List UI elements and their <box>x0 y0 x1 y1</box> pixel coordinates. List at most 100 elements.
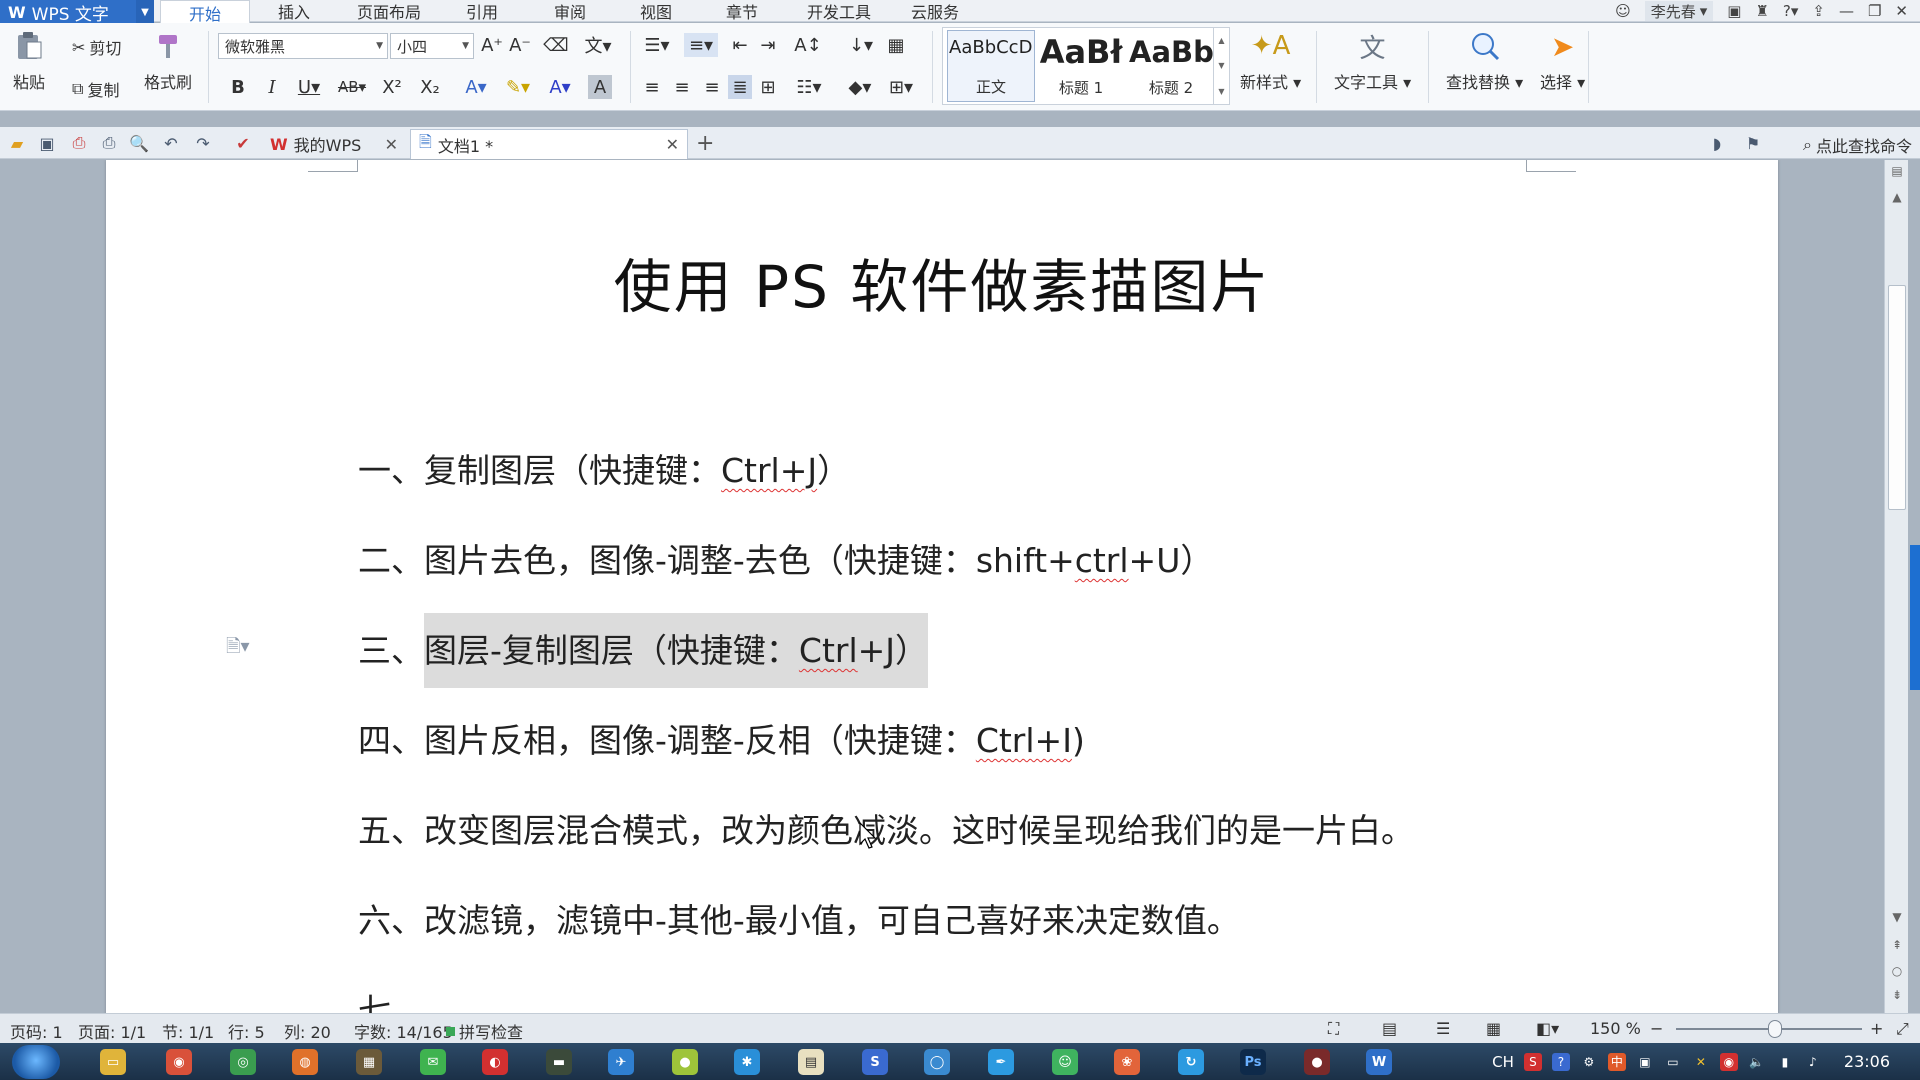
save-icon[interactable]: ▣ <box>36 133 58 153</box>
share-icon[interactable]: ⇪ <box>1812 2 1825 20</box>
style-normal[interactable]: AaBbCcDd 正文 <box>947 30 1035 102</box>
split-icon[interactable]: ▤ <box>1885 164 1909 178</box>
browser-icon[interactable]: ◯ <box>924 1049 950 1075</box>
chat-icon[interactable]: ☺ <box>1052 1049 1078 1075</box>
gallery-scroll[interactable]: ▲ ▼ ▼ <box>1213 28 1229 104</box>
tab-review[interactable]: 审阅 <box>538 0 602 22</box>
scroll-down-icon[interactable]: ▼ <box>1885 910 1909 924</box>
tab-view[interactable]: 视图 <box>624 0 688 22</box>
paragraph-options-icon[interactable]: 🗎▾ <box>226 634 250 664</box>
shading-icon[interactable]: ◆▾ <box>842 75 878 99</box>
fullscreen-icon[interactable]: ⛶ <box>1328 1019 1339 1039</box>
media-icon[interactable]: ▬ <box>546 1049 572 1075</box>
restore-icon[interactable]: ❐ <box>1868 2 1881 20</box>
help-icon[interactable]: ? <box>1551 1052 1570 1071</box>
undo-icon[interactable]: ↶ <box>160 133 182 153</box>
shrink-font-icon[interactable]: A⁻ <box>508 33 532 57</box>
ime-mode[interactable]: 中 <box>1607 1052 1626 1071</box>
scrollbar-thumb[interactable] <box>1888 285 1906 510</box>
close-icon[interactable]: ✕ <box>1895 2 1908 20</box>
skin-icon[interactable]: ▣ <box>1727 2 1741 20</box>
red-app-icon[interactable]: ◐ <box>482 1049 508 1075</box>
font-color-icon[interactable]: A▾ <box>542 75 578 99</box>
archive-icon[interactable]: ▦ <box>356 1049 382 1075</box>
document-page[interactable]: 使用 PS 软件做素描图片 一、复制图层（快捷键：Ctrl+J） 二、图片去色，… <box>106 160 1778 1013</box>
new-style-button[interactable]: ✦A 新样式 ▾ <box>1240 29 1301 93</box>
security-icon[interactable]: ◉ <box>1719 1052 1738 1071</box>
print-icon[interactable]: ⎙ <box>98 133 120 153</box>
paste-button[interactable]: 粘贴 <box>12 29 46 93</box>
customize-icon[interactable]: ✔ <box>232 133 254 153</box>
feather-icon[interactable]: ✒ <box>988 1049 1014 1075</box>
chevron-down-icon[interactable]: ▼ <box>1218 61 1224 70</box>
settings-icon[interactable]: ⚙ <box>1580 1053 1598 1071</box>
prev-page-icon[interactable]: ⇞ <box>1885 938 1909 952</box>
zoom-out-icon[interactable]: − <box>1650 1019 1663 1038</box>
font-name-select[interactable]: 微软雅黑 ▼ <box>218 33 388 59</box>
browse-object-icon[interactable]: ○ <box>1885 964 1909 978</box>
expand-icon[interactable]: ▼ <box>1218 87 1224 96</box>
underline-icon[interactable]: U▾ <box>292 75 326 99</box>
distribute-icon[interactable]: ⊞ <box>756 75 780 99</box>
tools-icon[interactable]: ✕ <box>1692 1053 1710 1071</box>
firefox-icon[interactable]: ◍ <box>292 1049 318 1075</box>
clear-format-icon[interactable]: ⌫ <box>543 33 568 57</box>
tab-cloud[interactable]: 云服务 <box>900 0 970 22</box>
style-heading-1[interactable]: AaBł 标题 1 <box>1037 30 1125 102</box>
zoom-in-icon[interactable]: + <box>1870 1019 1883 1038</box>
side-panel-toggle[interactable] <box>1910 545 1920 690</box>
print-preview-icon[interactable]: 🔍 <box>128 133 150 153</box>
style-heading-2[interactable]: AaBb( 标题 2 <box>1127 30 1215 102</box>
user-menu[interactable]: 李先春 ▾ <box>1644 1 1714 21</box>
chevron-down-icon[interactable]: ▼ <box>136 0 154 24</box>
collapse-ribbon-icon[interactable]: ◗ <box>1706 133 1728 153</box>
char-shading-icon[interactable]: A <box>588 75 612 99</box>
green-app-icon[interactable]: ● <box>672 1049 698 1075</box>
close-icon[interactable]: ✕ <box>385 135 398 154</box>
text-effect-icon[interactable]: A▾ <box>458 75 494 99</box>
help-icon[interactable]: ?▾ <box>1783 2 1799 20</box>
web-view-icon[interactable]: ▦ <box>1486 1019 1501 1038</box>
subscript-icon[interactable]: X₂ <box>418 75 442 99</box>
star-app-icon[interactable]: ✱ <box>734 1049 760 1075</box>
tab-developer[interactable]: 开发工具 <box>794 0 884 22</box>
minimize-icon[interactable]: — <box>1839 2 1854 20</box>
shirt-icon[interactable]: ♜ <box>1755 2 1768 20</box>
sync-icon[interactable]: ↻ <box>1178 1049 1204 1075</box>
align-left-icon[interactable]: ≡ <box>640 75 664 99</box>
vertical-scrollbar[interactable]: ▤ ▲ ▼ ⇞ ○ ⇟ <box>1884 160 1908 1013</box>
scroll-up-icon[interactable]: ▲ <box>1885 190 1909 204</box>
text-selection[interactable]: 图层-复制图层（快捷键：Ctrl+J） <box>424 613 929 688</box>
tab-my-wps[interactable]: W 我的WPS ✕ <box>262 129 406 159</box>
status-word-count[interactable]: 字数: 14/165 <box>354 1019 453 1043</box>
avatar[interactable]: ☺ <box>1615 2 1631 20</box>
next-page-icon[interactable]: ⇟ <box>1885 988 1909 1002</box>
outline-view-icon[interactable]: ☰ <box>1436 1019 1450 1038</box>
wps-writer-icon[interactable]: W <box>1366 1049 1392 1075</box>
close-icon[interactable]: ✕ <box>666 135 679 154</box>
superscript-icon[interactable]: X² <box>380 75 404 99</box>
select-button[interactable]: ➤ 选择 ▾ <box>1540 29 1585 93</box>
align-right-icon[interactable]: ≡ <box>700 75 724 99</box>
tab-page-layout[interactable]: 页面布局 <box>346 0 432 22</box>
open-folder-icon[interactable]: ▰ <box>6 133 28 153</box>
app-menu-button[interactable]: W WPS 文字 ▼ <box>0 0 154 25</box>
line-spacing-icon[interactable]: ☷▾ <box>792 75 826 99</box>
text-direction-icon[interactable]: A↕ <box>790 33 826 57</box>
highlight-icon[interactable]: ✎▾ <box>500 75 536 99</box>
borders-icon[interactable]: ⊞▾ <box>884 75 918 99</box>
numbered-list-icon[interactable]: ≡▾ <box>684 33 718 57</box>
phonetic-icon[interactable]: 文▾ <box>580 33 616 57</box>
volume-icon[interactable]: 🔈 <box>1748 1053 1766 1071</box>
grow-font-icon[interactable]: A⁺ <box>480 33 504 57</box>
align-center-icon[interactable]: ≡ <box>670 75 694 99</box>
format-painter-button[interactable]: 格式刷 <box>144 29 192 93</box>
chevron-up-icon[interactable]: ▲ <box>1218 36 1224 45</box>
fit-icon[interactable]: ⤢ <box>1896 1019 1909 1039</box>
tab-insert[interactable]: 插入 <box>262 0 326 22</box>
zoom-slider-knob[interactable] <box>1768 1020 1782 1038</box>
sogou-icon[interactable]: S <box>1523 1052 1542 1071</box>
display-icon[interactable]: ▭ <box>1664 1053 1682 1071</box>
eye-protect-icon[interactable]: ◧▾ <box>1536 1019 1559 1038</box>
table-grid-icon[interactable]: ▦ <box>884 33 908 57</box>
